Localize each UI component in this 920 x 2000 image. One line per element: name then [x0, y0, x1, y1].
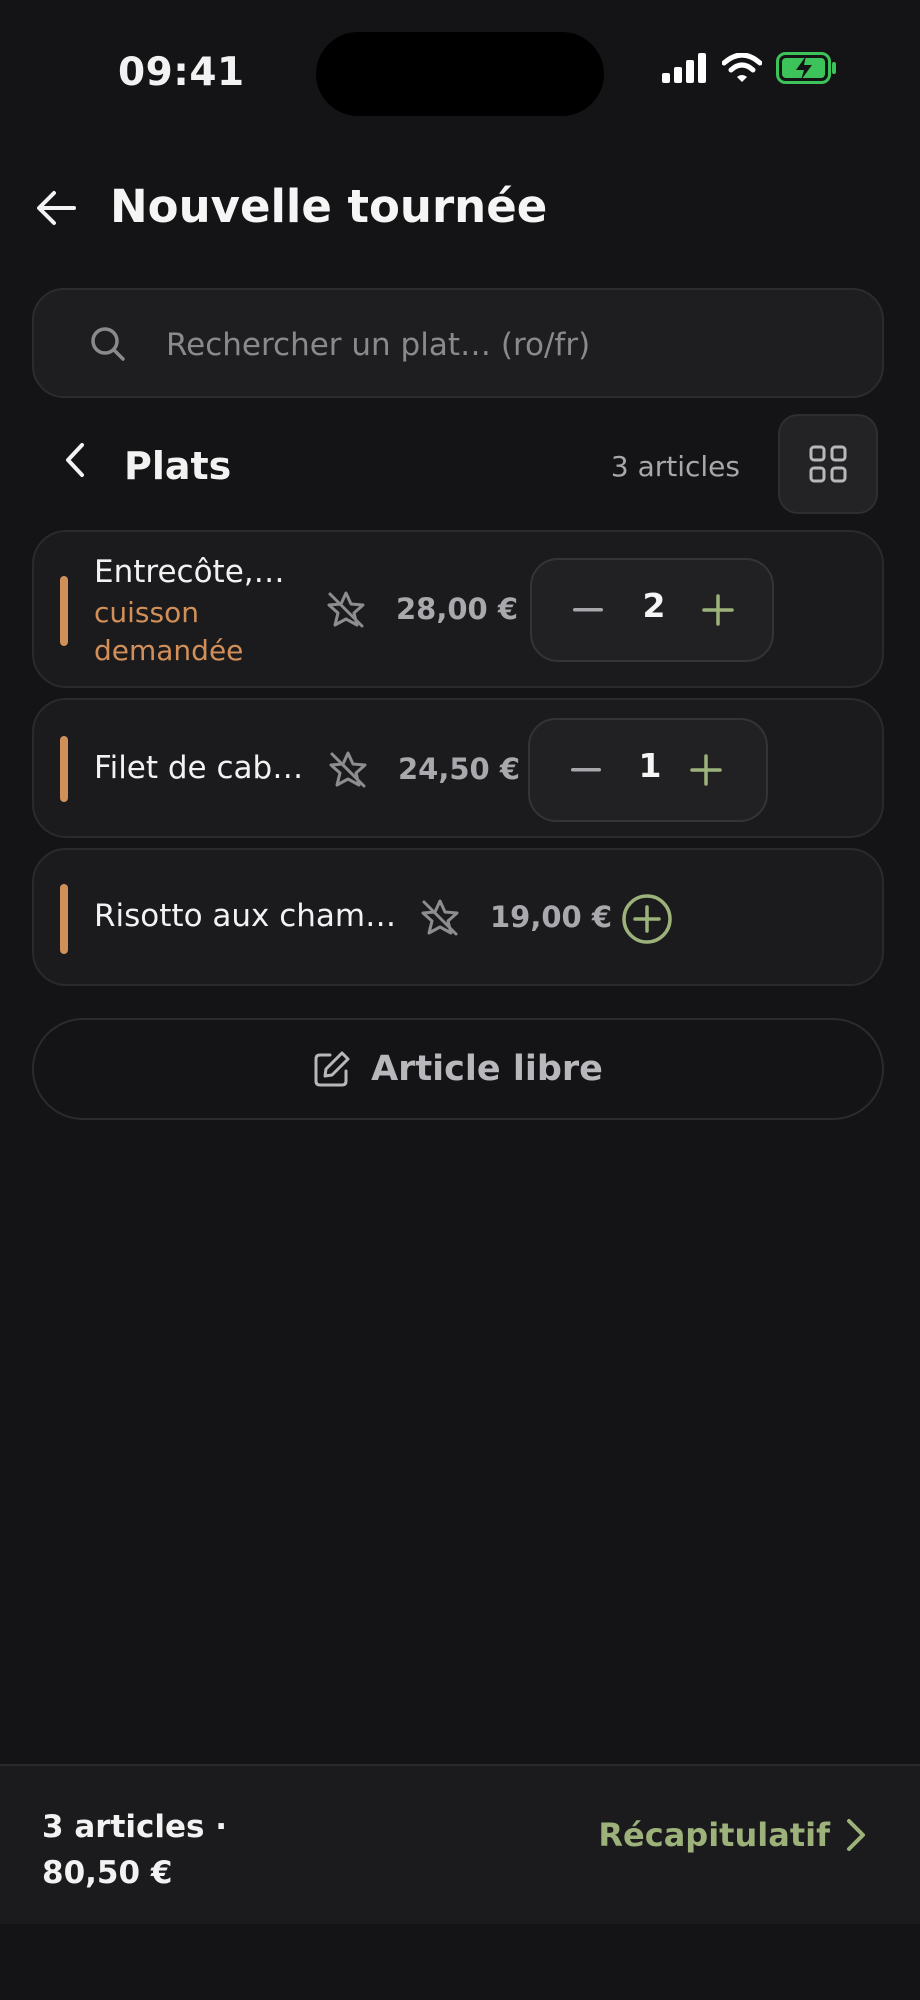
item-name: Entrecôte, …	[94, 554, 294, 590]
status-bar: 09:41	[0, 0, 920, 150]
list-item[interactable]: Entrecôte, … cuisson demandée 28,00 € 2	[32, 530, 884, 688]
category-count: 3 articles	[610, 450, 740, 483]
battery-charging-icon	[776, 52, 836, 84]
item-price: 28,00 €	[396, 592, 519, 626]
increment-button[interactable]	[692, 584, 744, 636]
plus-circle-icon	[622, 894, 672, 944]
minus-icon	[573, 608, 603, 612]
item-price: 24,50 €	[398, 752, 521, 786]
favorite-toggle[interactable]	[324, 746, 372, 794]
item-note: cuisson demandée	[94, 596, 244, 667]
search-bar[interactable]	[32, 288, 884, 398]
quantity-value: 1	[638, 746, 662, 785]
item-name: Risotto aux cham…	[94, 898, 397, 934]
order-footer: 3 articles · 80,50 € Récapitulatif	[0, 1764, 920, 1924]
free-item-label: Article libre	[371, 1049, 603, 1089]
favorite-toggle[interactable]	[416, 894, 464, 942]
wifi-icon	[722, 53, 762, 82]
status-icons	[662, 52, 838, 84]
chevron-left-icon	[66, 443, 84, 477]
category-color-bar	[60, 884, 68, 954]
plus-icon	[690, 754, 722, 786]
decrement-button[interactable]	[560, 744, 612, 796]
category-row: Plats 3 articles	[0, 410, 920, 520]
page-title: Nouvelle tournée	[110, 180, 548, 233]
category-back-button[interactable]	[50, 435, 100, 485]
header: Nouvelle tournée	[0, 170, 920, 250]
quantity-stepper: 1	[528, 718, 768, 822]
item-name: Filet de cab…	[94, 750, 304, 786]
chevron-right-icon	[847, 1819, 865, 1851]
add-item-button[interactable]	[620, 892, 674, 946]
star-off-icon	[329, 751, 367, 788]
back-button[interactable]	[28, 180, 84, 236]
order-summary: 3 articles · 80,50 €	[42, 1804, 227, 1896]
item-price: 19,00 €	[490, 900, 613, 934]
category-color-bar	[60, 736, 68, 802]
arrow-left-icon	[37, 191, 76, 225]
quantity-stepper: 2	[530, 558, 774, 662]
free-item-button[interactable]: Article libre	[32, 1018, 884, 1120]
star-off-icon	[327, 591, 365, 628]
summary-total: 80,50 €	[42, 1855, 173, 1891]
increment-button[interactable]	[680, 744, 732, 796]
decrement-button[interactable]	[562, 584, 614, 636]
minus-icon	[571, 768, 601, 772]
grid-view-button[interactable]	[778, 414, 878, 514]
quantity-value: 2	[642, 586, 666, 625]
recap-button[interactable]: Récapitulatif	[598, 1816, 866, 1854]
list-item[interactable]: Risotto aux cham… 19,00 €	[32, 848, 884, 986]
search-icon	[91, 327, 125, 361]
favorite-toggle[interactable]	[322, 586, 370, 634]
dynamic-island	[316, 32, 604, 116]
edit-icon	[314, 1051, 350, 1087]
signal-icon	[662, 53, 706, 83]
recap-label: Récapitulatif	[598, 1816, 830, 1854]
grid-icon	[809, 445, 847, 483]
list-item[interactable]: Filet de cab… 24,50 € 1	[32, 698, 884, 838]
search-input[interactable]	[164, 312, 848, 378]
category-color-bar	[60, 576, 68, 646]
status-time: 09:41	[118, 50, 245, 95]
plus-icon	[702, 594, 734, 626]
summary-count: 3 articles ·	[42, 1809, 228, 1845]
star-off-icon	[421, 899, 459, 936]
category-title: Plats	[124, 444, 232, 488]
